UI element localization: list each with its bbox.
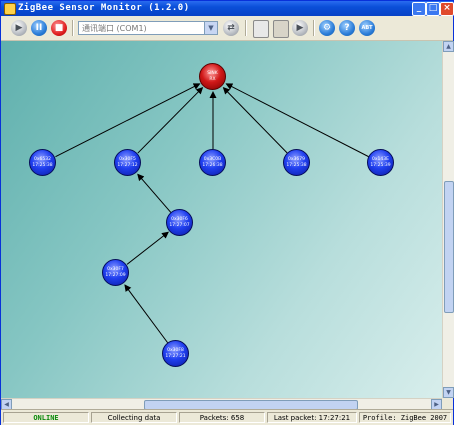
network-node[interactable]: 0x30F5 17:27:12 <box>114 149 141 176</box>
toolbar-separator <box>72 20 74 36</box>
serial-port-value: 通讯端口 (COM1) <box>82 24 147 33</box>
about-label: ABT <box>361 25 373 31</box>
status-profile: Profile: ZigBee 2007 <box>359 412 451 423</box>
app-window: ZigBee Sensor Monitor (1.2.0) _ □ × ▶ II… <box>0 0 454 425</box>
link-arrow <box>225 83 369 158</box>
link-arrow <box>137 86 204 154</box>
arrow-right-icon: ▶ <box>296 23 304 33</box>
node-timestamp: 17:25:38 <box>32 162 53 168</box>
network-node[interactable]: 0x30F7 17:27:09 <box>102 259 129 286</box>
link-arrow <box>126 231 169 265</box>
gear-icon: ⚙ <box>322 23 332 33</box>
node-timestamp: 17:25:38 <box>286 162 307 168</box>
title-bar[interactable]: ZigBee Sensor Monitor (1.2.0) _ □ × <box>1 1 454 16</box>
status-packets: Packets: 658 <box>179 412 265 423</box>
sink-node[interactable]: SINK RX <box>199 63 226 90</box>
toolbar-separator <box>245 20 247 36</box>
status-state: Collecting data <box>91 412 177 423</box>
node-timestamp: RX <box>209 76 216 82</box>
chevron-down-icon[interactable]: ▼ <box>204 22 217 34</box>
window-title: ZigBee Sensor Monitor (1.2.0) <box>18 3 190 13</box>
network-node[interactable]: 0x3C0B 17:26:38 <box>199 149 226 176</box>
serial-port-select[interactable]: 通讯端口 (COM1) ▼ <box>78 21 218 35</box>
link-arrow <box>55 83 201 158</box>
network-node[interactable]: 0x6532 17:25:38 <box>29 149 56 176</box>
new-button[interactable] <box>253 20 269 38</box>
network-links <box>55 83 369 344</box>
node-timestamp: 17:27:12 <box>117 162 138 168</box>
vertical-scrollbar[interactable]: ▲ ▼ <box>442 41 454 398</box>
node-timestamp: 17:27:21 <box>165 353 186 359</box>
pause-button[interactable]: II <box>31 20 47 36</box>
app-icon <box>4 3 16 15</box>
stop-button[interactable]: ■ <box>51 20 67 36</box>
network-node[interactable]: 0x3679 17:25:38 <box>283 149 310 176</box>
node-timestamp: 17:27:07 <box>169 222 190 228</box>
status-bar: ONLINE Collecting data Packets: 658 Last… <box>1 409 453 425</box>
pause-icon: II <box>35 23 43 33</box>
toolbar-separator <box>313 20 315 36</box>
node-timestamp: 17:27:09 <box>105 272 126 278</box>
link-arrow <box>124 284 169 344</box>
network-canvas[interactable]: SINK RX 0x6532 17:25:38 0x30F5 17:27:12 0x3C0B… <box>1 41 442 398</box>
scroll-corner <box>442 398 453 409</box>
node-timestamp: 17:26:38 <box>202 162 223 168</box>
maximize-button[interactable]: □ <box>426 2 440 16</box>
run-button[interactable]: ▶ <box>292 20 308 36</box>
help-icon: ? <box>344 23 350 33</box>
stop-icon: ■ <box>54 23 64 33</box>
close-button[interactable]: × <box>440 2 454 16</box>
connect-button[interactable]: ⇄ <box>223 20 239 36</box>
scroll-up-icon[interactable]: ▲ <box>443 41 454 52</box>
minimize-button[interactable]: _ <box>412 2 426 16</box>
link-arrow <box>222 87 288 154</box>
vertical-scroll-thumb[interactable] <box>444 181 454 313</box>
play-button[interactable]: ▶ <box>11 20 27 36</box>
network-node[interactable]: 0x143E 17:25:39 <box>367 149 394 176</box>
open-button[interactable] <box>273 20 289 38</box>
play-icon: ▶ <box>15 23 23 33</box>
scroll-down-icon[interactable]: ▼ <box>443 387 454 398</box>
node-timestamp: 17:25:39 <box>370 162 391 168</box>
link-arrow <box>137 173 172 213</box>
settings-button[interactable]: ⚙ <box>319 20 335 36</box>
connect-icon: ⇄ <box>227 23 235 33</box>
toolbar: ▶ II ■ 通讯端口 (COM1) ▼ ⇄ ▶ ⚙ ? ABT <box>1 16 453 41</box>
about-button[interactable]: ABT <box>359 20 375 36</box>
network-node[interactable]: 0x30F8 17:27:21 <box>162 340 189 367</box>
status-last-packet: Last packet: 17:27:21 <box>267 412 357 423</box>
status-connection: ONLINE <box>3 412 89 423</box>
help-button[interactable]: ? <box>339 20 355 36</box>
network-node[interactable]: 0x30F6 17:27:07 <box>166 209 193 236</box>
